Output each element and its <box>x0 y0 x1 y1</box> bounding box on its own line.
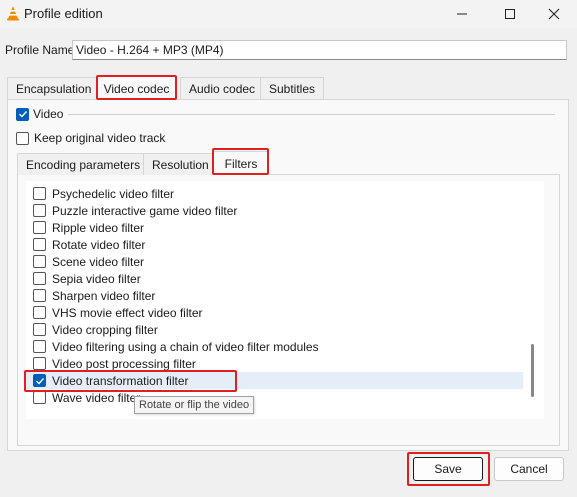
filter-list-item[interactable]: VHS movie effect video filter <box>26 304 523 321</box>
filter-list-item[interactable]: Video filtering using a chain of video f… <box>26 338 523 355</box>
tab-label: Subtitles <box>269 81 316 96</box>
checkbox-icon[interactable] <box>33 357 46 370</box>
keep-original-label: Keep original video track <box>34 131 166 145</box>
video-checkbox[interactable]: Video <box>16 107 63 121</box>
save-button[interactable]: Save <box>413 457 483 481</box>
filter-list-item[interactable]: Psychedelic video filter <box>26 185 523 202</box>
filter-label: Rotate video filter <box>52 237 146 252</box>
tab-label: Encapsulation <box>16 81 92 96</box>
filter-list[interactable]: Psychedelic video filter Puzzle interacti… <box>26 181 544 419</box>
profile-name-input[interactable] <box>72 40 567 60</box>
filter-label: Video cropping filter <box>52 322 158 337</box>
minimize-icon <box>457 13 467 15</box>
tab-encapsulation[interactable]: Encapsulation <box>7 77 101 99</box>
subtab-label: Resolution <box>152 157 209 172</box>
filter-label: Video filtering using a chain of video f… <box>52 339 319 354</box>
filter-list-item[interactable]: Sepia video filter <box>26 270 523 287</box>
filter-label: Psychedelic video filter <box>52 186 175 201</box>
filter-list-item[interactable]: Rotate video filter <box>26 236 523 253</box>
checkbox-icon[interactable] <box>33 323 46 336</box>
maximize-icon <box>505 9 515 19</box>
minimize-button[interactable] <box>439 0 485 28</box>
filter-label: Ripple video filter <box>52 220 145 235</box>
divider <box>68 114 555 115</box>
filter-list-item[interactable]: Wave video filter <box>26 389 523 406</box>
close-icon <box>548 8 560 20</box>
filter-label: Sharpen video filter <box>52 288 156 303</box>
profile-name-label: Profile Name <box>5 43 75 57</box>
scrollbar-thumb[interactable] <box>531 344 534 397</box>
cancel-button[interactable]: Cancel <box>494 457 564 481</box>
filter-label: Puzzle interactive game video filter <box>52 203 238 218</box>
tab-label: Video codec <box>103 81 170 96</box>
checkbox-icon[interactable] <box>33 255 46 268</box>
tooltip: Rotate or flip the video <box>134 396 255 414</box>
tab-subtitles[interactable]: Subtitles <box>260 77 325 99</box>
window-title: Profile edition <box>24 6 103 21</box>
checkbox-icon[interactable] <box>33 204 46 217</box>
checkbox-icon[interactable] <box>33 238 46 251</box>
filter-list-item[interactable]: Video cropping filter <box>26 321 523 338</box>
filter-list-item[interactable]: Scene video filter <box>26 253 523 270</box>
checkbox-icon[interactable] <box>33 221 46 234</box>
checkbox-icon[interactable] <box>33 391 46 404</box>
checkbox-icon[interactable] <box>33 306 46 319</box>
filter-label: Wave video filter <box>52 390 141 405</box>
video-checkbox-label: Video <box>33 107 64 121</box>
checkbox-checked-icon[interactable] <box>33 374 46 387</box>
vlc-cone-icon <box>5 5 21 21</box>
filter-label: Video post processing filter <box>52 356 196 371</box>
checkbox-checked-icon <box>16 107 29 121</box>
subtab-resolution[interactable]: Resolution <box>143 153 218 175</box>
checkbox-icon[interactable] <box>33 187 46 200</box>
checkbox-icon <box>16 131 29 145</box>
filter-list-item[interactable]: Sharpen video filter <box>26 287 523 304</box>
filter-label: Video transformation filter <box>52 373 189 388</box>
tab-audio-codec[interactable]: Audio codec <box>180 77 265 99</box>
close-button[interactable] <box>531 0 577 28</box>
filter-list-item[interactable]: Ripple video filter <box>26 219 523 236</box>
checkbox-icon[interactable] <box>33 289 46 302</box>
subtab-encoding-parameters[interactable]: Encoding parameters <box>17 153 150 175</box>
filter-list-item[interactable]: Video transformation filter <box>26 372 523 389</box>
tab-video-codec[interactable]: Video codec <box>97 76 176 100</box>
maximize-button[interactable] <box>487 0 533 28</box>
filter-list-item[interactable]: Puzzle interactive game video filter <box>26 202 523 219</box>
keep-original-checkbox[interactable]: Keep original video track <box>16 131 165 145</box>
filter-label: VHS movie effect video filter <box>52 305 203 320</box>
subtab-filters[interactable]: Filters <box>213 151 269 175</box>
filter-label: Scene video filter <box>52 254 145 269</box>
checkbox-icon[interactable] <box>33 340 46 353</box>
filter-list-item[interactable]: Video post processing filter <box>26 355 523 372</box>
subtab-label: Encoding parameters <box>26 157 141 172</box>
tab-label: Audio codec <box>189 81 256 96</box>
checkbox-icon[interactable] <box>33 272 46 285</box>
filter-label: Sepia video filter <box>52 271 141 286</box>
subtab-label: Filters <box>224 156 258 171</box>
